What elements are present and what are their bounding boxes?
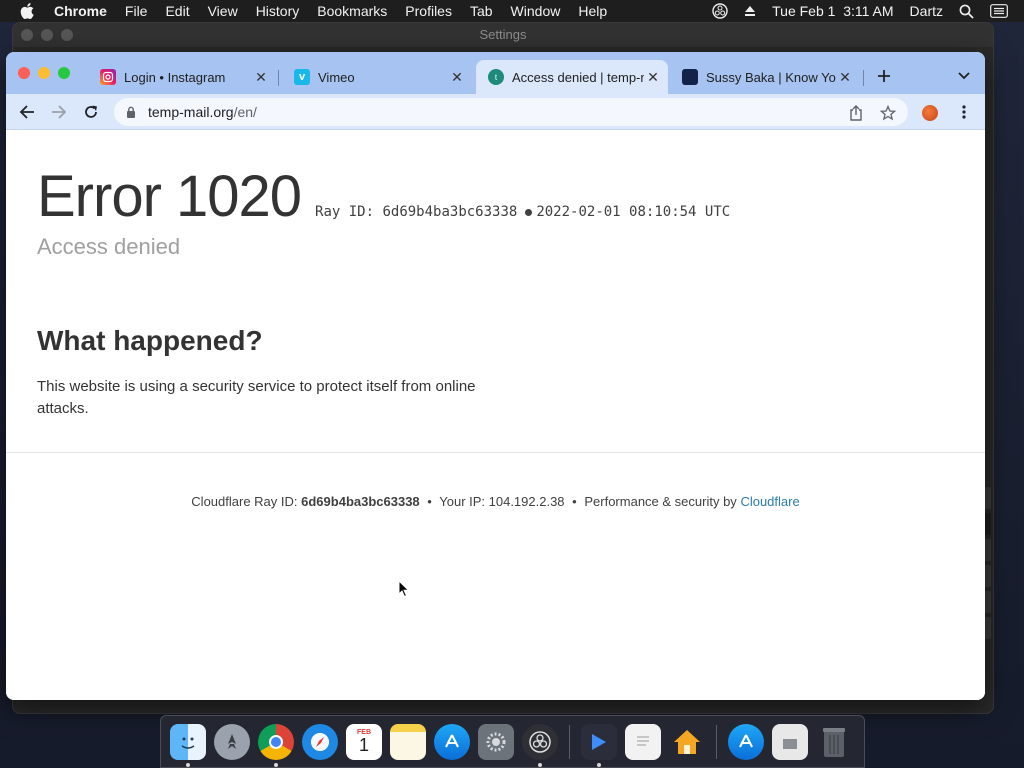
- tab-search-icon[interactable]: [954, 66, 974, 86]
- settings-title: Settings: [479, 27, 527, 42]
- tab-temp-mail[interactable]: t Access denied | temp-mail.org ✕: [476, 60, 668, 94]
- tab-separator: [863, 70, 864, 86]
- error-subtitle: Access denied: [37, 234, 181, 259]
- menu-view[interactable]: View: [208, 3, 238, 19]
- url-path: /en/: [233, 104, 257, 120]
- launchpad-icon[interactable]: [214, 723, 250, 760]
- tab-instagram[interactable]: Login • Instagram ✕: [88, 60, 276, 94]
- menu-app-name[interactable]: Chrome: [54, 3, 107, 19]
- tab-know-your-meme[interactable]: Sussy Baka | Know Your Meme ✕: [670, 60, 860, 94]
- finder-icon[interactable]: [170, 723, 206, 767]
- menu-help[interactable]: Help: [578, 3, 607, 19]
- browser-toolbar: temp-mail.org/en/: [6, 94, 985, 130]
- tab-close-icon[interactable]: ✕: [644, 68, 662, 86]
- error-title: Error 1020: [37, 164, 302, 229]
- footer-ip: Your IP: 104.192.2.38: [439, 494, 565, 509]
- obs-icon[interactable]: [522, 723, 558, 767]
- menu-bookmarks[interactable]: Bookmarks: [317, 3, 387, 19]
- cloudflare-link[interactable]: Cloudflare: [740, 494, 799, 509]
- footer-ray-value: 6d69b4ba3bc63338: [301, 494, 420, 509]
- address-bar[interactable]: temp-mail.org/en/: [114, 98, 908, 126]
- tab-close-icon[interactable]: ✕: [252, 68, 270, 86]
- footer-performance: Performance & security by: [584, 494, 737, 509]
- chrome-window: Login • Instagram ✕ v Vimeo ✕ t Access d…: [6, 52, 985, 700]
- footer-bullet: •: [572, 494, 577, 509]
- settings-titlebar: Settings: [13, 23, 993, 47]
- calendar-icon[interactable]: FEB 1: [346, 723, 382, 760]
- control-center-icon[interactable]: [990, 4, 1008, 18]
- footer-ray-prefix: Cloudflare Ray ID:: [191, 494, 298, 509]
- dock-separator: [716, 724, 717, 759]
- window-zoom-button[interactable]: [58, 67, 70, 79]
- dock: FEB 1: [160, 715, 865, 768]
- system-preferences-icon[interactable]: [478, 723, 514, 760]
- menu-tab[interactable]: Tab: [470, 3, 493, 19]
- what-happened-heading: What happened?: [37, 325, 263, 356]
- tab-close-icon[interactable]: ✕: [448, 68, 466, 86]
- page-content: Error 1020 Ray ID: 6d69b4ba3bc63338 2022…: [6, 131, 985, 700]
- running-indicator: [538, 762, 542, 767]
- window-minimize-button[interactable]: [38, 67, 50, 79]
- documents-folder-icon[interactable]: [772, 723, 808, 760]
- back-icon[interactable]: [15, 100, 39, 124]
- ray-id-label: Ray ID: 6d69b4ba3bc63338: [315, 204, 518, 220]
- vimeo-icon: v: [294, 69, 310, 85]
- screen-recorder-icon[interactable]: [581, 723, 617, 767]
- reload-icon[interactable]: [79, 100, 103, 124]
- footer-bullet: •: [427, 494, 432, 509]
- chrome-icon[interactable]: [258, 723, 294, 767]
- running-indicator: [274, 762, 278, 767]
- menu-window[interactable]: Window: [511, 3, 561, 19]
- safari-icon[interactable]: [302, 723, 338, 760]
- divider: [6, 452, 985, 453]
- chrome-menu-icon[interactable]: [954, 102, 974, 122]
- menu-profiles[interactable]: Profiles: [405, 3, 452, 19]
- url-host: temp-mail.org: [148, 104, 234, 120]
- tab-strip: Login • Instagram ✕ v Vimeo ✕ t Access d…: [6, 52, 985, 94]
- running-indicator: [597, 762, 601, 767]
- dock-separator: [569, 724, 570, 759]
- menu-file[interactable]: File: [125, 3, 148, 19]
- tab-title: Access denied | temp-mail.org: [512, 69, 644, 85]
- what-happened-body: This website is using a security service…: [37, 378, 476, 417]
- tab-title: Login • Instagram: [124, 69, 226, 85]
- textedit-icon[interactable]: [625, 723, 661, 760]
- lock-icon[interactable]: [126, 106, 136, 118]
- eject-icon[interactable]: [744, 5, 756, 17]
- tab-title: Vimeo: [318, 69, 355, 85]
- error-timestamp: 2022-02-01 08:10:54 UTC: [536, 204, 731, 220]
- trash-icon[interactable]: [816, 724, 852, 760]
- apple-menu-icon[interactable]: [20, 3, 36, 19]
- temp-mail-icon: t: [488, 69, 504, 85]
- home-icon[interactable]: [669, 724, 705, 760]
- notes-icon[interactable]: [390, 723, 426, 760]
- window-close-button[interactable]: [18, 67, 30, 79]
- tab-separator: [278, 70, 279, 86]
- app-store-icon[interactable]: [434, 723, 470, 760]
- spotlight-search-icon[interactable]: [959, 4, 974, 19]
- mouse-cursor-icon: [398, 580, 410, 598]
- menu-user[interactable]: Dartz: [910, 3, 943, 19]
- cloudflare-footer: Cloudflare Ray ID: 6d69b4ba3bc63338 • Yo…: [6, 494, 985, 509]
- running-indicator: [186, 762, 190, 767]
- share-icon[interactable]: [847, 104, 865, 122]
- menu-bar: Chrome File Edit View History Bookmarks …: [0, 0, 1024, 22]
- extension-icon[interactable]: [922, 105, 938, 121]
- instagram-icon: [100, 69, 116, 85]
- calendar-day: 1: [358, 735, 369, 755]
- menu-edit[interactable]: Edit: [165, 3, 189, 19]
- app-store-folder-icon[interactable]: [728, 723, 764, 760]
- menu-history[interactable]: History: [256, 3, 300, 19]
- tab-close-icon[interactable]: ✕: [836, 68, 854, 86]
- bullet-separator: [525, 208, 533, 216]
- forward-icon[interactable]: [47, 100, 71, 124]
- menu-clock[interactable]: Tue Feb 1 3:11 AM: [772, 3, 893, 19]
- tab-vimeo[interactable]: v Vimeo ✕: [282, 60, 472, 94]
- new-tab-icon[interactable]: [874, 66, 894, 86]
- know-your-meme-icon: [682, 69, 698, 85]
- obs-status-icon[interactable]: [712, 3, 728, 19]
- bookmark-star-icon[interactable]: [879, 104, 897, 122]
- tab-title: Sussy Baka | Know Your Meme: [706, 69, 836, 85]
